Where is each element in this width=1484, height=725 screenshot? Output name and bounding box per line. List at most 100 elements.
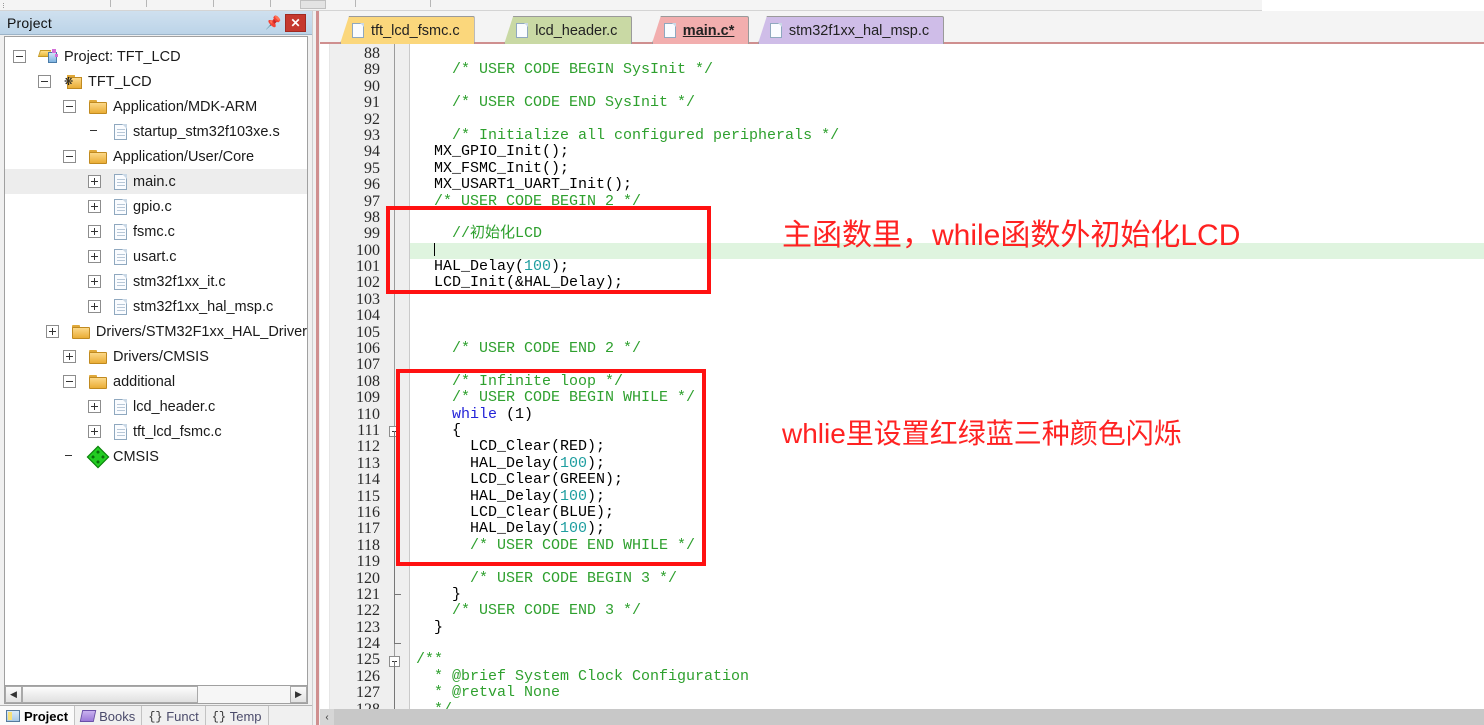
code-line[interactable]: * @brief System Clock Configuration — [410, 668, 1484, 685]
code-line[interactable]: LCD_Clear(BLUE); — [410, 504, 1484, 521]
code-token: HAL_Delay( — [416, 520, 561, 538]
collapse-icon[interactable] — [63, 100, 76, 113]
editor-tab[interactable]: lcd_header.c — [504, 16, 633, 44]
code-fold-margin[interactable] — [385, 44, 410, 725]
expand-icon[interactable] — [88, 275, 101, 288]
pin-icon[interactable]: 📌 — [265, 14, 282, 31]
tree-item[interactable]: main.c — [5, 169, 307, 194]
toolbar-grip[interactable] — [3, 2, 7, 8]
scroll-right-arrow-icon[interactable]: ▶ — [290, 686, 307, 703]
expand-icon[interactable] — [88, 425, 101, 438]
hscroll-track[interactable] — [22, 686, 290, 703]
tree-item[interactable]: stm32f1xx_hal_msp.c — [5, 294, 307, 319]
expand-icon[interactable] — [63, 350, 76, 363]
code-line[interactable]: /* USER CODE END 2 */ — [410, 340, 1484, 357]
project-panel-titlebar: Project 📌 ✕ — [0, 11, 312, 35]
code-line[interactable]: LCD_Init(&HAL_Delay); — [410, 275, 1484, 291]
file-icon — [663, 23, 676, 38]
code-token: ); — [551, 258, 570, 276]
collapse-icon[interactable] — [63, 150, 76, 163]
code-line[interactable]: MX_FSMC_Init(); — [410, 160, 1484, 177]
code-line[interactable] — [410, 112, 1484, 128]
code-line[interactable] — [410, 357, 1484, 373]
tree-item[interactable]: ❋ TFT_LCD — [5, 69, 307, 94]
code-text[interactable]: /* USER CODE BEGIN SysInit */ /* USER CO… — [410, 44, 1484, 725]
code-line[interactable]: /* USER CODE BEGIN 2 */ — [410, 193, 1484, 210]
code-line[interactable]: /* USER CODE BEGIN 3 */ — [410, 570, 1484, 587]
panel-tab-project[interactable]: Project — [0, 706, 76, 725]
expand-icon[interactable] — [88, 175, 101, 188]
code-line[interactable]: } — [410, 586, 1484, 603]
expand-icon[interactable] — [88, 400, 101, 413]
hscroll-thumb[interactable] — [22, 686, 198, 703]
code-line[interactable]: * @retval None — [410, 685, 1484, 701]
editor-hscroll-track[interactable] — [334, 709, 1484, 725]
books-tab-icon — [79, 710, 97, 722]
code-line[interactable]: MX_USART1_UART_Init(); — [410, 176, 1484, 193]
tree-item[interactable]: Drivers/STM32F1xx_HAL_Driver — [5, 319, 307, 344]
tree-item[interactable]: stm32f1xx_it.c — [5, 269, 307, 294]
code-line[interactable]: HAL_Delay(100); — [410, 258, 1484, 276]
tree-item[interactable]: Project: TFT_LCD — [5, 44, 307, 69]
tree-item[interactable]: fsmc.c — [5, 219, 307, 244]
expand-icon[interactable] — [88, 225, 101, 238]
code-editor[interactable]: 88 89 90 91 92 93 94 95 96 97 98 99 100 101 102 103 104 1… — [320, 44, 1484, 725]
tree-item-label: startup_stm32f103xe.s — [133, 123, 280, 140]
editor-tab[interactable]: main.c* — [651, 16, 750, 44]
expand-icon[interactable] — [88, 250, 101, 263]
code-line[interactable]: } — [410, 619, 1484, 636]
collapse-icon[interactable] — [13, 50, 26, 63]
panel-tab-temp[interactable]: {} Temp — [206, 706, 269, 725]
code-line[interactable]: /* USER CODE END WHILE */ — [410, 537, 1484, 554]
expand-icon[interactable] — [88, 200, 101, 213]
code-line[interactable]: MX_GPIO_Init(); — [410, 144, 1484, 160]
code-line[interactable]: LCD_Clear(GREEN); — [410, 471, 1484, 488]
tree-item[interactable]: Application/User/Core — [5, 144, 307, 169]
code-line[interactable]: /* USER CODE BEGIN SysInit */ — [410, 62, 1484, 78]
code-line[interactable]: /** — [410, 652, 1484, 668]
code-line[interactable] — [410, 46, 1484, 62]
tree-item[interactable]: lcd_header.c — [5, 394, 307, 419]
editor-tab[interactable]: stm32f1xx_hal_msp.c — [757, 16, 945, 44]
code-line[interactable]: /* USER CODE BEGIN WHILE */ — [410, 390, 1484, 406]
code-line[interactable] — [410, 554, 1484, 570]
code-line[interactable]: /* Initialize all configured peripherals… — [410, 127, 1484, 144]
tree-item[interactable]: tft_lcd_fsmc.c — [5, 419, 307, 444]
collapse-icon[interactable] — [63, 375, 76, 388]
project-tree-hscrollbar[interactable]: ◀ ▶ — [4, 685, 308, 704]
tree-item[interactable]: Application/MDK-ARM — [5, 94, 307, 119]
expand-icon[interactable] — [88, 300, 101, 313]
code-line[interactable]: HAL_Delay(100); — [410, 455, 1484, 472]
code-line[interactable] — [410, 79, 1484, 95]
tree-item[interactable]: usart.c — [5, 244, 307, 269]
line-number: 96 — [364, 176, 380, 194]
editor-tabbar: tft_lcd_fsmc.c lcd_header.c main.c* stm32f1… — [320, 11, 1484, 44]
tree-item[interactable]: Drivers/CMSIS — [5, 344, 307, 369]
panel-splitter[interactable] — [312, 11, 320, 725]
editor-tab[interactable]: tft_lcd_fsmc.c — [340, 16, 475, 44]
code-line[interactable] — [410, 308, 1484, 324]
panel-tab-funct[interactable]: {} Funct — [142, 706, 206, 725]
code-line[interactable]: HAL_Delay(100); — [410, 521, 1484, 537]
toolbar-button[interactable] — [300, 0, 326, 9]
panel-tab-books[interactable]: Books — [75, 706, 143, 725]
editor-tab-label: tft_lcd_fsmc.c — [371, 22, 460, 39]
code-line[interactable]: /* Infinite loop */ — [410, 373, 1484, 390]
editor-hscrollbar[interactable]: ‹ — [320, 709, 1484, 725]
close-icon[interactable]: ✕ — [285, 14, 306, 32]
tree-item[interactable]: additional — [5, 369, 307, 394]
code-line[interactable] — [410, 292, 1484, 308]
tree-item[interactable]: CMSIS — [5, 444, 307, 469]
code-line[interactable]: /* USER CODE END 3 */ — [410, 603, 1484, 619]
editor-scroll-left-icon[interactable]: ‹ — [320, 709, 334, 725]
tree-item[interactable]: gpio.c — [5, 194, 307, 219]
tree-item[interactable]: startup_stm32f103xe.s — [5, 119, 307, 144]
code-line[interactable]: HAL_Delay(100); — [410, 488, 1484, 505]
scroll-left-arrow-icon[interactable]: ◀ — [5, 686, 22, 703]
code-line[interactable] — [410, 636, 1484, 652]
expand-icon[interactable] — [45, 325, 59, 338]
project-tree-container[interactable]: Project: TFT_LCD ❋ TFT_LCD Application/MDK-… — [4, 36, 308, 691]
code-line[interactable]: /* USER CODE END SysInit */ — [410, 94, 1484, 111]
code-line[interactable] — [410, 325, 1484, 341]
collapse-icon[interactable] — [38, 75, 51, 88]
